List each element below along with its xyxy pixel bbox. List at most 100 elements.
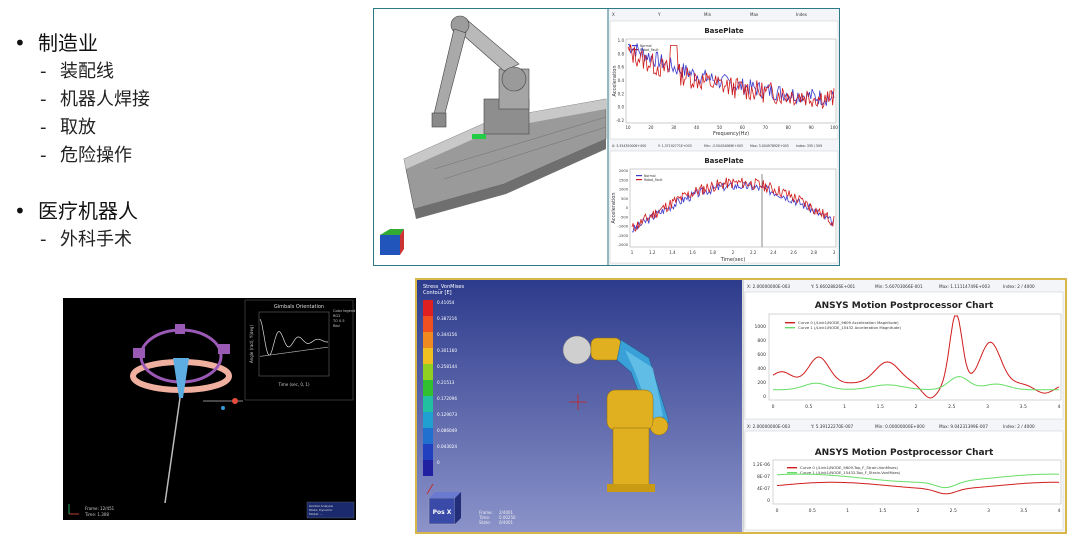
bullet-surgery: 外科手术 [12, 226, 342, 254]
x-tick: 1.5 [877, 404, 884, 410]
bullet-list: 制造业 装配线 机器人焊接 取放 危险操作 医疗机器人 外科手术 [12, 28, 342, 254]
mid-header-field: Max: 3.00497892E+003 [750, 144, 789, 148]
bullet-manufacturing: 制造业 [12, 28, 342, 58]
mid-header-field: Min: -3.50434069E+003 [704, 144, 743, 148]
bullet-medical: 医疗机器人 [12, 196, 342, 226]
x-tick: 3 [987, 508, 990, 514]
x-tick: 1.6 [689, 250, 696, 255]
legend-swatch [785, 322, 795, 324]
gimbal-chart-xlabel: Time (sec, 0, 1) [277, 382, 310, 387]
ansys-postprocessor-panel: Stress_VonMises Contour [E] 0.41054 0.387… [415, 278, 1067, 534]
ansys-panel-svg: Stress_VonMises Contour [E] 0.410540.387… [417, 280, 1065, 532]
contour-value: 0.301160 [437, 348, 457, 353]
x-tick: 2.2 [750, 250, 757, 255]
x-tick: 3.5 [1020, 404, 1027, 410]
header-field: Index [796, 12, 808, 17]
contour-value: 0.043024 [437, 444, 457, 449]
mid-header-field: X: 3.35435000E+000 [612, 144, 646, 148]
y-tick: 0.4 [618, 78, 625, 83]
x-tick: 1.4 [669, 250, 676, 255]
gimbal-time-label: Time: 1.308 [84, 512, 109, 517]
header-field: Index: 2 / 4000 [1003, 284, 1035, 289]
top-chart-title: BasePlate [704, 27, 744, 35]
y-tick: 4E-07 [757, 486, 770, 492]
y-tick: 8E-07 [757, 474, 770, 480]
frame-info-label: State: [479, 520, 491, 525]
contour-swatch [423, 460, 433, 476]
y-tick: 1000 [755, 324, 767, 330]
info-line: Model: ... [309, 512, 323, 516]
y-tick: -1000 [618, 225, 629, 229]
frame-info-value: 0/4001 [499, 520, 514, 525]
gimbal-chart-ylabel: Angle (rad), Y(deg) [249, 325, 254, 363]
contour-swatch [423, 380, 433, 396]
legend-swatch [785, 327, 795, 329]
gimbal-chart-title: Gimbals Orientation [274, 304, 324, 310]
bullet-assembly: 装配线 [12, 58, 342, 86]
y-tick: 400 [757, 366, 766, 372]
x-tick: 40 [694, 125, 700, 130]
y-tick: 200 [757, 380, 766, 386]
bullet-welding: 机器人焊接 [12, 86, 342, 114]
x-tick: 0.5 [809, 508, 816, 514]
y-tick: 1500 [619, 178, 629, 182]
x-tick: 2.5 [950, 508, 957, 514]
header-field: X: 2.00000000E-003 [747, 424, 790, 429]
contour-value: 0 [437, 460, 440, 465]
y-tick: 500 [621, 197, 629, 201]
y-tick: 800 [757, 338, 766, 344]
legend-entry: RG2 [333, 314, 340, 318]
bottom-chart-ylabel: Acceleration [611, 192, 617, 223]
x-tick: 90 [809, 125, 815, 130]
ansys-chart1-title: ANSYS Motion Postprocessor Chart [815, 301, 994, 311]
x-tick: 2 [732, 250, 735, 255]
contour-swatch [423, 364, 433, 380]
mid-header-field: Y: 1.37192771E+003 [658, 144, 692, 148]
x-tick: 10 [625, 125, 631, 130]
y-tick: 0 [767, 498, 770, 504]
header-field: Y [657, 12, 661, 17]
x-tick: 2 [917, 508, 920, 514]
legend-entry: Robot_Fault [644, 178, 663, 182]
contour-swatch [423, 348, 433, 364]
x-tick: 1.8 [710, 250, 717, 255]
y-tick: -2000 [618, 243, 629, 247]
contour-value: 0.129073 [437, 412, 457, 417]
header-field: Min [704, 12, 712, 17]
x-tick: 1 [631, 250, 634, 255]
top-chart-xlabel: Frequency(Hz) [713, 131, 749, 137]
header-field: Min: 5.60703066E-001 [875, 284, 923, 289]
y-tick: 1.0 [618, 38, 625, 43]
mid-header-field: Index: 335 / 509 [796, 144, 822, 148]
pos-x-label: Pos X [433, 509, 452, 516]
header-field: X [612, 12, 615, 17]
x-tick: 3.5 [1020, 508, 1027, 514]
x-tick: 60 [740, 125, 746, 130]
contour-value: 0.387216 [437, 316, 457, 321]
bullet-pickplace: 取放 [12, 114, 342, 142]
ansys-chart1-legend: Curve 0 (/Link1/NODE_9609 Acceleration M… [781, 318, 931, 332]
x-tick: 0.5 [805, 404, 812, 410]
x-tick: 20 [648, 125, 654, 130]
x-tick: 2 [915, 404, 918, 410]
x-tick: 0 [776, 508, 779, 514]
x-tick: 30 [671, 125, 677, 130]
y-tick: 0.2 [618, 91, 625, 96]
x-tick: 1 [843, 404, 846, 410]
header-field: X: 2.00000000E-003 [747, 284, 790, 289]
contour-value: 0.086049 [437, 428, 457, 433]
contour-swatch [423, 316, 433, 332]
x-tick: 4 [1058, 508, 1061, 514]
surgical-gimbal-panel: Gimbals Orientation Time (sec, 0, 1) Ang… [63, 298, 356, 520]
contour-subtitle: Contour [E] [423, 290, 452, 296]
x-tick: 1 [846, 508, 849, 514]
ansys-chart2-title: ANSYS Motion Postprocessor Chart [815, 448, 994, 458]
gimbal-panel-svg: Gimbals Orientation Time (sec, 0, 1) Ang… [63, 298, 356, 520]
x-tick: 80 [786, 125, 792, 130]
y-tick: 0.6 [618, 65, 625, 70]
x-tick: 2.5 [948, 404, 955, 410]
header-field: Y: 5.39122270E-007 [810, 424, 854, 429]
header-field: Max: 9.04231399E-007 [939, 424, 988, 429]
legend-entry: Color legend [333, 309, 355, 313]
header-field: Max: 1.11114749E+003 [939, 284, 990, 289]
